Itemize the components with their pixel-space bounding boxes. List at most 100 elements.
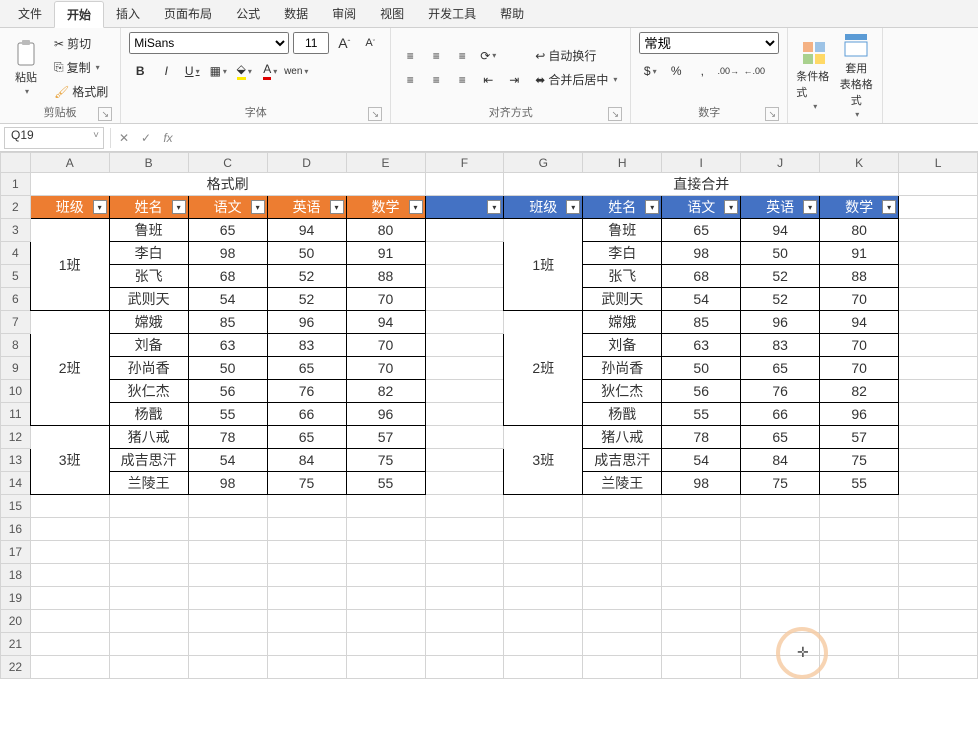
cell[interactable]: 70 (820, 288, 899, 311)
cell[interactable] (583, 564, 662, 587)
cell[interactable] (899, 196, 978, 219)
cell[interactable]: 杨戬 (109, 403, 188, 426)
cell[interactable]: 鲁班 (583, 219, 662, 242)
row-header[interactable]: 15 (1, 495, 31, 518)
cell[interactable]: 94 (267, 219, 346, 242)
cell[interactable]: 70 (346, 357, 425, 380)
cell[interactable]: 狄仁杰 (583, 380, 662, 403)
copy-button[interactable]: ⎘ 复制 (50, 57, 112, 79)
cell[interactable]: 94 (346, 311, 425, 334)
cell[interactable] (662, 587, 741, 610)
row-header[interactable]: 9 (1, 357, 31, 380)
cell[interactable] (899, 219, 978, 242)
cell[interactable]: 55 (820, 472, 899, 495)
indent-increase-button[interactable]: ⇥ (503, 69, 525, 91)
cell[interactable] (188, 633, 267, 656)
cell[interactable]: 2班 (504, 311, 583, 426)
cell[interactable]: 55 (188, 403, 267, 426)
menu-item-9[interactable]: 帮助 (488, 1, 536, 26)
cell[interactable] (899, 357, 978, 380)
cell[interactable]: 54 (662, 288, 741, 311)
spreadsheet-grid[interactable]: ABCDEFGHIJKL1格式刷直接合并2班级▾姓名▾语文▾英语▾数学▾▾班级▾… (0, 152, 978, 732)
cell[interactable] (30, 564, 109, 587)
cell[interactable] (662, 610, 741, 633)
cell[interactable]: 98 (188, 472, 267, 495)
cell[interactable] (820, 518, 899, 541)
cell[interactable]: 兰陵王 (109, 472, 188, 495)
cell[interactable]: ▾ (425, 196, 504, 219)
cell[interactable]: 98 (188, 242, 267, 265)
cell[interactable] (741, 656, 820, 679)
cell[interactable] (741, 518, 820, 541)
cell[interactable]: 75 (820, 449, 899, 472)
cell[interactable]: 83 (267, 334, 346, 357)
row-header[interactable]: 13 (1, 449, 31, 472)
cell[interactable] (504, 610, 583, 633)
orientation-button[interactable]: ⟳ (477, 45, 499, 67)
cell[interactable]: 杨戬 (583, 403, 662, 426)
cell[interactable]: 75 (267, 472, 346, 495)
cell[interactable] (662, 541, 741, 564)
cell[interactable] (346, 587, 425, 610)
cell[interactable] (899, 426, 978, 449)
cell[interactable] (899, 541, 978, 564)
cell[interactable] (899, 403, 978, 426)
cell[interactable]: 3班 (30, 426, 109, 495)
cell[interactable] (504, 633, 583, 656)
cell[interactable]: 96 (820, 403, 899, 426)
cell[interactable]: 65 (662, 219, 741, 242)
cell[interactable]: 张飞 (583, 265, 662, 288)
cell[interactable]: 成吉思汗 (109, 449, 188, 472)
cell[interactable]: 70 (820, 357, 899, 380)
cell[interactable] (425, 242, 504, 265)
cell[interactable]: 50 (267, 242, 346, 265)
increase-decimal-button[interactable]: .00→ (717, 60, 739, 82)
cell[interactable] (267, 495, 346, 518)
cell[interactable]: 82 (346, 380, 425, 403)
cell[interactable]: 格式刷 (30, 173, 425, 196)
cell[interactable] (583, 587, 662, 610)
cell[interactable] (30, 587, 109, 610)
cell[interactable] (583, 656, 662, 679)
row-header[interactable]: 7 (1, 311, 31, 334)
cell[interactable]: 52 (741, 288, 820, 311)
cell[interactable] (267, 541, 346, 564)
cell[interactable] (741, 564, 820, 587)
cell[interactable]: 70 (346, 334, 425, 357)
cell[interactable]: 78 (662, 426, 741, 449)
cancel-formula-button[interactable]: ✕ (113, 127, 135, 149)
column-header[interactable]: C (188, 153, 267, 173)
cell[interactable] (583, 518, 662, 541)
cell[interactable] (109, 518, 188, 541)
cell[interactable]: 63 (188, 334, 267, 357)
cell[interactable]: 武则天 (109, 288, 188, 311)
cell[interactable]: 鲁班 (109, 219, 188, 242)
cell[interactable]: 80 (820, 219, 899, 242)
cell[interactable] (425, 587, 504, 610)
cell[interactable]: 63 (662, 334, 741, 357)
cell[interactable] (504, 541, 583, 564)
cell[interactable] (899, 380, 978, 403)
cell[interactable]: 76 (741, 380, 820, 403)
decrease-font-button[interactable]: Aˇ (359, 32, 381, 54)
cell[interactable] (899, 587, 978, 610)
column-header[interactable]: L (899, 153, 978, 173)
menu-item-1[interactable]: 开始 (54, 1, 104, 28)
cell[interactable] (820, 587, 899, 610)
row-header[interactable]: 5 (1, 265, 31, 288)
cell[interactable] (425, 610, 504, 633)
cell[interactable]: 嫦娥 (583, 311, 662, 334)
cell[interactable]: 56 (188, 380, 267, 403)
cell[interactable] (583, 495, 662, 518)
cell[interactable] (662, 495, 741, 518)
font-size-input[interactable] (293, 32, 329, 54)
cell[interactable] (346, 564, 425, 587)
column-header[interactable]: F (425, 153, 504, 173)
formula-input[interactable] (179, 127, 978, 149)
cell[interactable] (425, 311, 504, 334)
cell[interactable]: 84 (741, 449, 820, 472)
cell[interactable]: 66 (267, 403, 346, 426)
cell[interactable] (662, 633, 741, 656)
cell[interactable] (425, 656, 504, 679)
filter-dropdown-button[interactable]: ▾ (409, 200, 423, 214)
